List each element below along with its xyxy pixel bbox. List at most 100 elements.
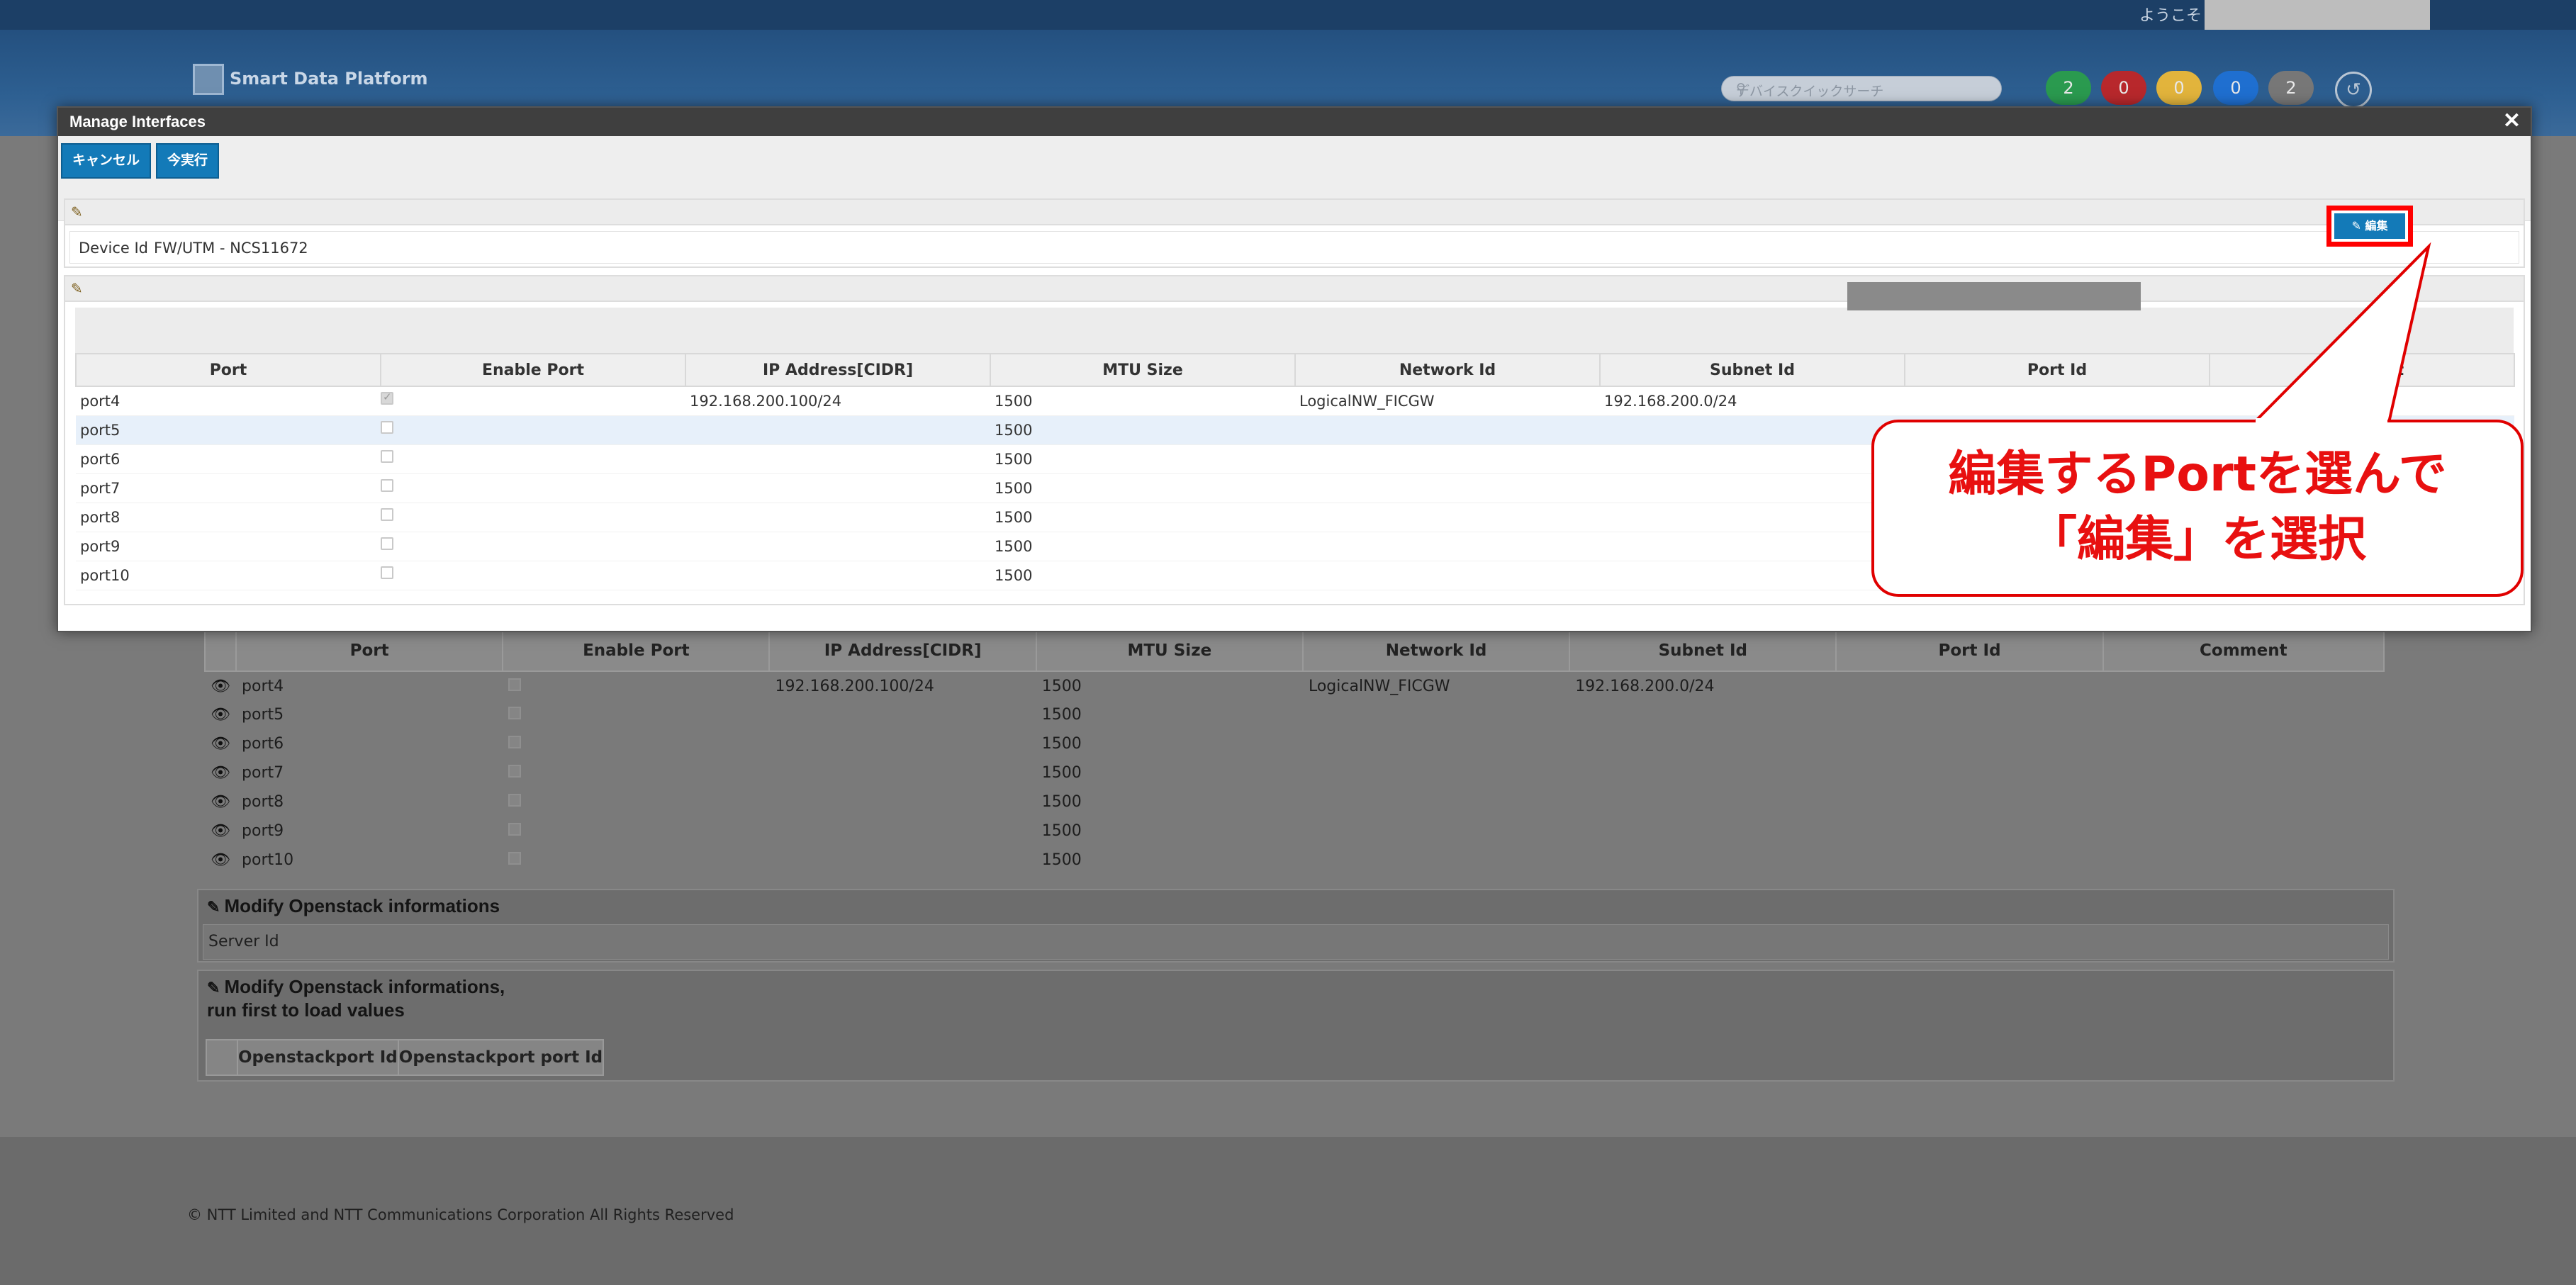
cell-mtu: 1500 — [990, 473, 1295, 503]
bg-enable-port-checkbox — [508, 707, 522, 719]
cell-subnet — [1600, 444, 1905, 474]
bg-cell-empty — [2103, 817, 2384, 846]
bg-column-header: Network Id — [1301, 629, 1571, 672]
bg-table-row: 👁 port9 1500 — [205, 817, 2384, 846]
cell-port: port7 — [76, 473, 381, 503]
status-count-badge[interactable]: 2 — [2268, 71, 2314, 105]
cell-subnet: 192.168.200.0/24 — [1600, 386, 1905, 416]
bg-cell-subnet — [1569, 758, 1836, 787]
enable-port-checkbox — [381, 566, 393, 579]
device-section: ✎ Device Id FW/UTM - NCS11672 — [64, 198, 2525, 268]
bg-enable-port-cell — [503, 671, 769, 700]
column-header[interactable]: IP Address[CIDR] — [685, 353, 991, 387]
column-header[interactable]: Subnet Id — [1599, 353, 1905, 387]
status-count-badge[interactable]: 2 — [2046, 71, 2091, 105]
bg-cell-ip: 192.168.200.100/24 — [775, 677, 934, 695]
bg-cell-mtu: 1500 — [1041, 851, 1082, 869]
bg-enable-port-checkbox — [508, 823, 522, 836]
bg-table-row: 👁 port5 1500 — [205, 700, 2384, 729]
server-id-row — [203, 924, 2389, 960]
bg-enable-port-checkbox — [508, 736, 522, 748]
cell-network — [1295, 473, 1600, 503]
bg-cell-network — [1303, 729, 1569, 758]
bg-cell-empty — [2103, 700, 2384, 729]
table-row[interactable]: port4 192.168.200.100/241500LogicalNW_FIC… — [76, 386, 2514, 416]
bg-cell-empty — [1836, 671, 2102, 700]
eye-icon: 👁 — [211, 735, 230, 753]
bg-cell-ip — [769, 729, 1036, 758]
bg-enable-port-cell — [503, 700, 769, 729]
bg-cell-port: port10 — [242, 851, 294, 869]
eye-icon: 👁 — [211, 706, 230, 724]
enable-port-cell — [381, 415, 685, 445]
edit-button-label: 編集 — [2365, 219, 2388, 232]
column-header[interactable]: Port — [75, 353, 381, 387]
bg-cell-mtu: 1500 — [1041, 706, 1082, 724]
bg-cell-empty — [2103, 758, 2384, 787]
cell-network — [1295, 444, 1600, 474]
run-now-button[interactable]: 今実行 — [156, 143, 220, 179]
column-header[interactable]: Enable Port — [380, 353, 686, 387]
bg-table-row: 👁 port7 1500 — [205, 758, 2384, 787]
cell-ip: 192.168.200.100/24 — [685, 386, 990, 416]
eye-icon: 👁 — [211, 851, 230, 869]
bg-table-row: 👁 port8 1500 — [205, 787, 2384, 817]
cell-port: port10 — [76, 561, 381, 590]
col-openstackport-port-id: Openstackport port Id — [397, 1039, 605, 1076]
cell-mtu: 1500 — [990, 503, 1295, 532]
bg-cell-port: port6 — [242, 735, 284, 753]
bg-enable-port-cell — [503, 787, 769, 817]
bg-cell-empty — [1836, 700, 2102, 729]
cancel-button[interactable]: キャンセル — [61, 143, 152, 179]
bg-cell-ip — [769, 787, 1036, 817]
status-count-badge[interactable]: 0 — [2213, 71, 2258, 105]
bg-column-header: MTU Size — [1035, 629, 1304, 672]
column-header[interactable]: Port Id — [1904, 353, 2210, 387]
bg-column-header: Comment — [2102, 629, 2385, 672]
enable-port-cell — [381, 561, 685, 590]
bg-cell-port: port5 — [242, 706, 284, 724]
bg-enable-port-checkbox — [508, 852, 522, 865]
cell-subnet — [1600, 415, 1905, 445]
bg-column-header: Enable Port — [502, 629, 771, 672]
edit-button[interactable]: ✎ 編集 — [2334, 213, 2405, 239]
cell-empty — [1905, 386, 2210, 416]
cell-ip — [685, 503, 990, 532]
user-menu[interactable] — [2205, 0, 2430, 30]
close-icon[interactable]: ✕ — [2503, 111, 2521, 132]
openstack-ports-title-line2: run first to load values — [207, 999, 405, 1021]
eye-icon: 👁 — [211, 793, 230, 811]
column-header[interactable]: Network Id — [1294, 353, 1601, 387]
column-header[interactable]: Comment — [2209, 353, 2515, 387]
search-icon[interactable]: ⚲ — [1736, 81, 1994, 96]
cell-network — [1295, 503, 1600, 532]
bg-enable-port-checkbox — [508, 765, 522, 778]
logo-text: Smart Data Platform — [230, 69, 428, 89]
table-toolbar — [75, 308, 2514, 353]
export-icon[interactable]: ↺ — [2335, 72, 2372, 108]
bg-cell-subnet — [1569, 700, 1836, 729]
bg-cell-mtu: 1500 — [1041, 764, 1082, 782]
bg-cell-empty — [2103, 671, 2384, 700]
bg-cell-empty — [1836, 846, 2102, 875]
cell-subnet — [1600, 503, 1905, 532]
column-header[interactable]: MTU Size — [990, 353, 1296, 387]
bg-cell-port: port8 — [242, 793, 284, 811]
status-count-badge[interactable]: 0 — [2156, 71, 2202, 105]
bg-cell-subnet — [1569, 787, 1836, 817]
bg-cell-network — [1303, 817, 1569, 846]
device-quick-search[interactable]: デバイスクイックサーチ ⚲ — [1721, 76, 2002, 101]
bg-cell-port: port7 — [242, 764, 284, 782]
cell-subnet — [1600, 473, 1905, 503]
enable-port-checkbox — [381, 507, 393, 521]
cell-port: port4 — [76, 386, 381, 416]
status-count-badge[interactable]: 0 — [2101, 71, 2146, 105]
cell-network — [1295, 561, 1600, 590]
enable-port-checkbox — [381, 420, 393, 434]
bg-cell-network — [1303, 846, 1569, 875]
cell-mtu: 1500 — [990, 444, 1295, 474]
cell-mtu: 1500 — [990, 561, 1295, 590]
edit-note-icon: ✎ — [207, 979, 220, 997]
port-id-cell-filled — [1847, 282, 2141, 310]
bg-table-row: 👁 port6 1500 — [205, 729, 2384, 758]
